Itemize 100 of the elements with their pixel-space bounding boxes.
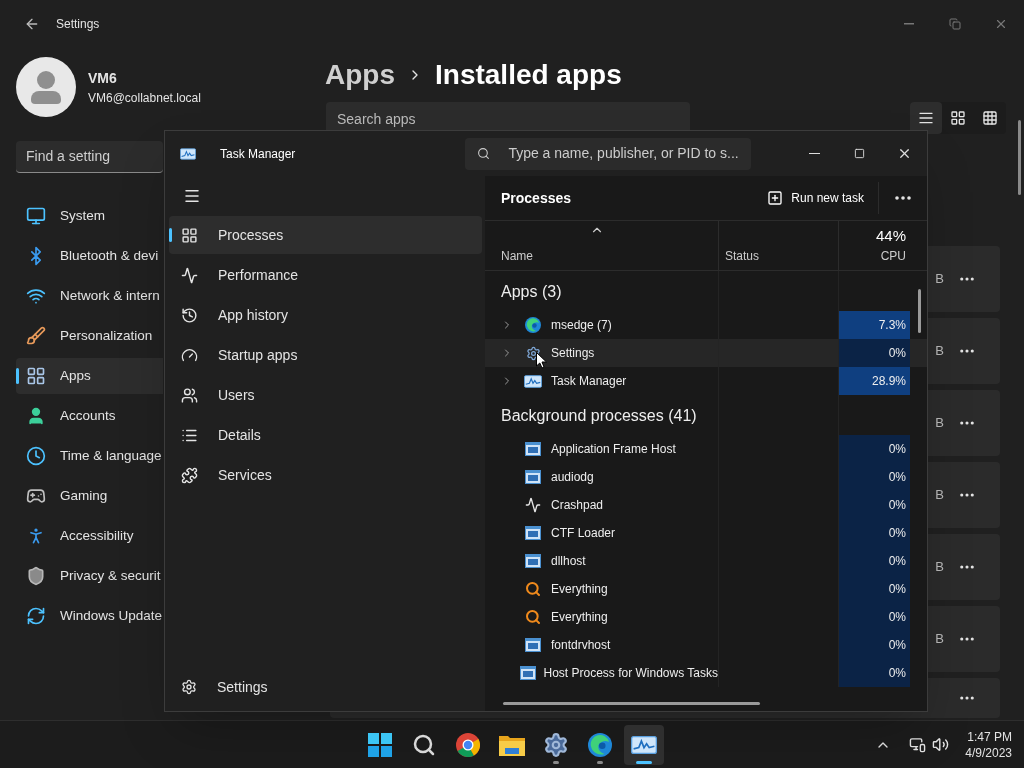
nav-item[interactable]: Gaming [16, 478, 163, 514]
clock-time[interactable]: 1:47 PM [967, 728, 1012, 745]
process-name: fontdrvhost [551, 637, 611, 654]
nav-item[interactable]: Bluetooth & devi [16, 238, 163, 274]
nav-item[interactable]: Time & language [16, 438, 163, 474]
window-icon [525, 470, 541, 484]
app-size: B [935, 270, 944, 289]
maximize-icon [854, 148, 865, 159]
process-row[interactable]: Host Process for Windows Tasks 0% [485, 659, 927, 687]
magnifier-icon [525, 581, 541, 597]
search-field[interactable]: Type a name, publisher, or PID to s... [465, 137, 752, 170]
nav-item[interactable]: Apps [16, 358, 163, 394]
wifi-icon [26, 286, 46, 306]
cpu-cell: 0% [839, 491, 910, 519]
process-row[interactable]: audiodg 0% [485, 463, 927, 491]
more-icon [960, 277, 974, 281]
nav-item[interactable]: Windows Update [16, 598, 163, 634]
process-row[interactable]: Everything 0% [485, 603, 927, 631]
nav-item[interactable]: Personalization [16, 318, 163, 354]
nav-item[interactable]: Processes [169, 216, 482, 254]
back-icon [24, 16, 40, 32]
column-header[interactable]: CPU [880, 247, 906, 265]
cpu-cell: 7.3% [839, 311, 910, 339]
settings-nav-item[interactable]: Settings [169, 668, 482, 706]
update-icon [26, 606, 46, 626]
vertical-scrollbar[interactable] [918, 289, 921, 333]
grid-icon [181, 226, 198, 244]
more-icon [960, 421, 974, 425]
process-row[interactable]: CTF Loader 0% [485, 519, 927, 547]
group-header: Apps (3) [501, 282, 562, 302]
app-size: B [935, 558, 944, 577]
process-row[interactable]: fontdrvhost 0% [485, 631, 927, 659]
nav-item[interactable]: Privacy & securit [16, 558, 163, 594]
list-view-icon [918, 110, 934, 126]
cpu-cell: 0% [839, 435, 910, 463]
nav-item[interactable]: Users [169, 376, 482, 414]
user-name: VM6 [88, 68, 118, 88]
more-icon [960, 349, 974, 353]
app-size: B [935, 414, 944, 433]
chart-icon [631, 734, 657, 755]
process-row[interactable]: dllhost 0% [485, 547, 927, 575]
nav-item[interactable]: Performance [169, 256, 482, 294]
window-icon [525, 526, 541, 540]
nav-item[interactable]: Startup apps [169, 336, 482, 374]
cpu-cell: 0% [839, 339, 910, 367]
search-field[interactable]: Find a setting [16, 141, 163, 173]
nav-item[interactable]: System [16, 198, 163, 234]
app-size: B [935, 342, 944, 361]
history-icon [181, 306, 198, 324]
cpu-cell: 0% [839, 547, 910, 575]
process-name: Host Process for Windows Tasks [543, 665, 718, 682]
edge-icon [525, 317, 541, 333]
more-icon [960, 637, 974, 641]
cpu-cell: 0% [839, 631, 910, 659]
process-row[interactable]: Everything 0% [485, 575, 927, 603]
apps-icon [26, 366, 46, 386]
process-name: dllhost [551, 553, 586, 570]
window-icon [520, 666, 536, 680]
nav-item[interactable]: Services [169, 456, 482, 494]
nav-item[interactable]: Details [169, 416, 482, 454]
nav-item[interactable]: Accessibility [16, 518, 163, 554]
close-icon [897, 146, 912, 161]
cpu-cell: 0% [839, 519, 910, 547]
monitor-icon [26, 206, 46, 226]
process-row[interactable]: Task Manager 28.9% [485, 367, 927, 395]
clock-date[interactable]: 4/9/2023 [965, 744, 1012, 761]
horizontal-scrollbar[interactable] [503, 702, 760, 705]
page-title: Installed apps [435, 58, 622, 92]
brush-icon [26, 326, 46, 346]
panel-title: Processes [501, 188, 572, 208]
app-icon [180, 147, 196, 160]
network-icon[interactable] [909, 736, 927, 753]
folder-icon [499, 733, 525, 756]
process-row[interactable]: Application Frame Host 0% [485, 435, 927, 463]
column-header[interactable]: Status [725, 247, 760, 265]
magnifier-icon [525, 609, 541, 625]
process-name: Everything [551, 581, 608, 598]
taskbar-button[interactable] [624, 724, 664, 765]
breadcrumb-parent[interactable]: Apps [325, 54, 395, 96]
process-row[interactable]: Crashpad 0% [485, 491, 927, 519]
column-header[interactable]: Name [501, 247, 533, 265]
nav-item[interactable]: Accounts [16, 398, 163, 434]
process-name: Settings [551, 345, 595, 362]
menu-icon [183, 187, 201, 205]
cpu-cell: 28.9% [839, 367, 910, 395]
person-icon [26, 406, 46, 426]
nav-item[interactable]: Network & intern [16, 278, 163, 314]
scrollbar[interactable] [1018, 120, 1021, 195]
process-row[interactable]: Settings 0% [485, 339, 927, 367]
nav-item[interactable]: App history [169, 296, 482, 334]
view-button[interactable] [910, 102, 942, 134]
process-name: msedge (7) [551, 317, 612, 334]
process-name: Crashpad [551, 497, 604, 514]
shield-icon [26, 566, 46, 586]
tile-view-icon [982, 110, 998, 126]
volume-icon[interactable] [932, 736, 950, 753]
mouse-pointer-icon [536, 352, 547, 369]
puzzle-icon [181, 466, 198, 484]
run-task-button[interactable]: Run new task [759, 182, 872, 214]
cpu-cell: 0% [839, 659, 910, 687]
